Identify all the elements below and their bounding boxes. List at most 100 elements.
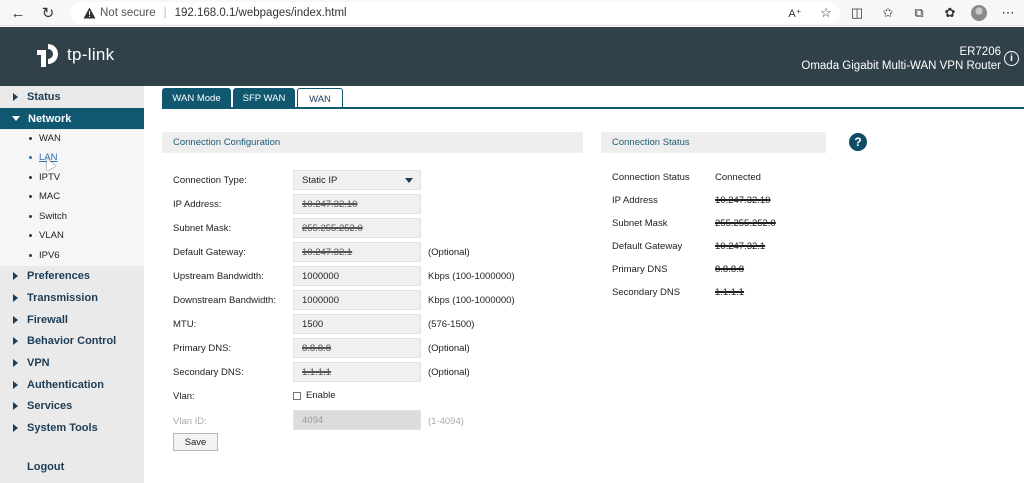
save-button[interactable]: Save <box>173 433 218 451</box>
secondary-dns-hint: (Optional) <box>428 367 470 378</box>
expanded-arrow-icon <box>12 116 20 121</box>
dropdown-arrow-icon <box>405 178 413 183</box>
sidebar-item-network[interactable]: Network <box>0 108 144 129</box>
brand-name: tp-link <box>67 45 115 64</box>
default-gateway-value: 10.247.32.1 <box>302 246 353 258</box>
sidebar-item-label: Authentication <box>27 378 104 391</box>
status-connection-value: Connected <box>715 172 761 183</box>
status-default-gateway-value: 10.247.32.1 <box>715 241 766 252</box>
more-options-icon[interactable]: ⋯ <box>998 3 1018 23</box>
sidebar-item-label: VPN <box>27 356 50 369</box>
upstream-bandwidth-input[interactable]: 1000000 <box>293 266 421 286</box>
sidebar-item-behavior-control[interactable]: Behavior Control <box>0 330 144 351</box>
downstream-bandwidth-value: 1000000 <box>302 294 339 306</box>
submenu-item-wan[interactable]: WAN <box>0 129 144 148</box>
vlan-id-input: 4094 <box>293 410 421 430</box>
sidebar-item-label: Status <box>27 90 61 103</box>
submenu-item-ipv6[interactable]: IPV6 <box>0 246 144 265</box>
sidebar-item-label: Behavior Control <box>27 334 117 347</box>
favorites-icon[interactable]: ✩ <box>878 3 898 23</box>
status-subnet-mask-label: Subnet Mask <box>612 218 668 229</box>
sidebar-item-label: Services <box>27 399 73 412</box>
submenu-item-mac[interactable]: MAC <box>0 187 144 206</box>
mtu-label: MTU: <box>173 319 197 330</box>
upstream-bandwidth-label: Upstream Bandwidth: <box>173 271 264 282</box>
connection-type-value: Static IP <box>302 174 338 186</box>
sidebar-item-transmission[interactable]: Transmission <box>0 287 144 308</box>
submenu-item-vlan[interactable]: VLAN <box>0 226 144 245</box>
collapsed-arrow-icon <box>13 380 18 389</box>
ip-address-input[interactable]: 10.247.32.10 <box>293 194 421 214</box>
vlan-enable-checkbox[interactable] <box>293 392 301 400</box>
favorite-star-icon[interactable]: ☆ <box>816 3 836 23</box>
status-ip-address-label: IP Address <box>612 195 658 206</box>
reload-icon[interactable]: ↻ <box>38 3 58 23</box>
collapsed-arrow-icon <box>13 401 18 410</box>
submenu-item-iptv[interactable]: IPTV <box>0 168 144 187</box>
downstream-bandwidth-input[interactable]: 1000000 <box>293 290 421 310</box>
status-connection-label: Connection Status <box>612 172 690 183</box>
connection-type-select[interactable]: Static IP <box>293 170 421 190</box>
bullet-icon <box>29 137 32 140</box>
collapsed-arrow-icon <box>13 336 18 345</box>
security-label: Not secure <box>100 7 156 19</box>
mtu-input[interactable]: 1500 <box>293 314 421 334</box>
secondary-dns-input[interactable]: 1.1.1.1 <box>293 362 421 382</box>
sidebar-item-label: Preferences <box>27 269 90 282</box>
collapsed-arrow-icon <box>13 423 18 432</box>
status-primary-dns-label: Primary DNS <box>612 264 668 275</box>
split-screen-icon[interactable]: ◫ <box>847 3 867 23</box>
status-default-gateway-label: Default Gateway <box>612 241 683 252</box>
collapsed-arrow-icon <box>13 293 18 302</box>
address-bar[interactable]: Not secure | 192.168.0.1/webpages/index.… <box>70 2 840 24</box>
secondary-dns-value: 1.1.1.1 <box>302 366 332 378</box>
submenu-item-label: Switch <box>39 211 67 222</box>
sidebar-item-label: Network <box>28 112 72 125</box>
mtu-value: 1500 <box>302 318 324 330</box>
collections-icon[interactable]: ⧉ <box>909 3 929 23</box>
ip-address-value: 10.247.32.10 <box>302 198 358 210</box>
extensions-icon[interactable]: ✿ <box>940 3 960 23</box>
submenu-item-switch[interactable]: Switch <box>0 207 144 226</box>
sidebar-item-firewall[interactable]: Firewall <box>0 309 144 330</box>
info-icon[interactable]: i <box>1004 51 1019 66</box>
sidebar-item-label: Firewall <box>27 313 68 326</box>
default-gateway-hint: (Optional) <box>428 247 470 258</box>
sidebar-item-services[interactable]: Services <box>0 395 144 416</box>
subnet-mask-input[interactable]: 255.255.252.0 <box>293 218 421 238</box>
submenu-item-label: MAC <box>39 191 61 202</box>
submenu-item-label: VLAN <box>39 230 64 241</box>
tab-wan-mode[interactable]: WAN Mode <box>162 88 231 108</box>
sidebar-item-status[interactable]: Status <box>0 86 144 107</box>
back-arrow-icon[interactable]: ← <box>8 3 28 23</box>
default-gateway-input[interactable]: 10.247.32.1 <box>293 242 421 262</box>
vlan-enable-label[interactable]: Enable <box>306 390 336 401</box>
sidebar-item-preferences[interactable]: Preferences <box>0 265 144 286</box>
model-info: ER7206 Omada Gigabit Multi-WAN VPN Route… <box>801 45 1001 73</box>
logout-link[interactable]: Logout <box>27 461 64 473</box>
read-aloud-icon[interactable]: A⁺ <box>785 3 805 23</box>
collapsed-arrow-icon <box>13 92 18 101</box>
sidebar-item-system-tools[interactable]: System Tools <box>0 417 144 438</box>
vlan-id-hint: (1-4094) <box>428 416 464 427</box>
help-icon[interactable]: ? <box>849 133 867 151</box>
vlan-label: Vlan: <box>173 391 195 402</box>
status-secondary-dns-label: Secondary DNS <box>612 287 681 298</box>
tab-wan[interactable]: WAN <box>297 88 343 109</box>
sidebar-item-label: Transmission <box>27 291 98 304</box>
profile-avatar[interactable] <box>971 5 987 21</box>
primary-dns-input[interactable]: 8.8.8.8 <box>293 338 421 358</box>
router-header: tp-link ER7206 Omada Gigabit Multi-WAN V… <box>0 27 1024 86</box>
secondary-dns-label: Secondary DNS: <box>173 367 244 378</box>
primary-dns-label: Primary DNS: <box>173 343 232 354</box>
subnet-mask-label: Subnet Mask: <box>173 223 232 234</box>
sidebar-item-authentication[interactable]: Authentication <box>0 374 144 395</box>
tab-sfp-wan[interactable]: SFP WAN <box>233 88 295 108</box>
downstream-bandwidth-hint: Kbps (100-1000000) <box>428 295 515 306</box>
ip-address-label: IP Address: <box>173 199 222 210</box>
sidebar-item-label: System Tools <box>27 421 98 434</box>
subnet-mask-value: 255.255.252.0 <box>302 222 363 234</box>
primary-dns-value: 8.8.8.8 <box>302 342 332 354</box>
sidebar-item-vpn[interactable]: VPN <box>0 352 144 373</box>
submenu-item-lan[interactable]: LAN <box>0 148 144 167</box>
